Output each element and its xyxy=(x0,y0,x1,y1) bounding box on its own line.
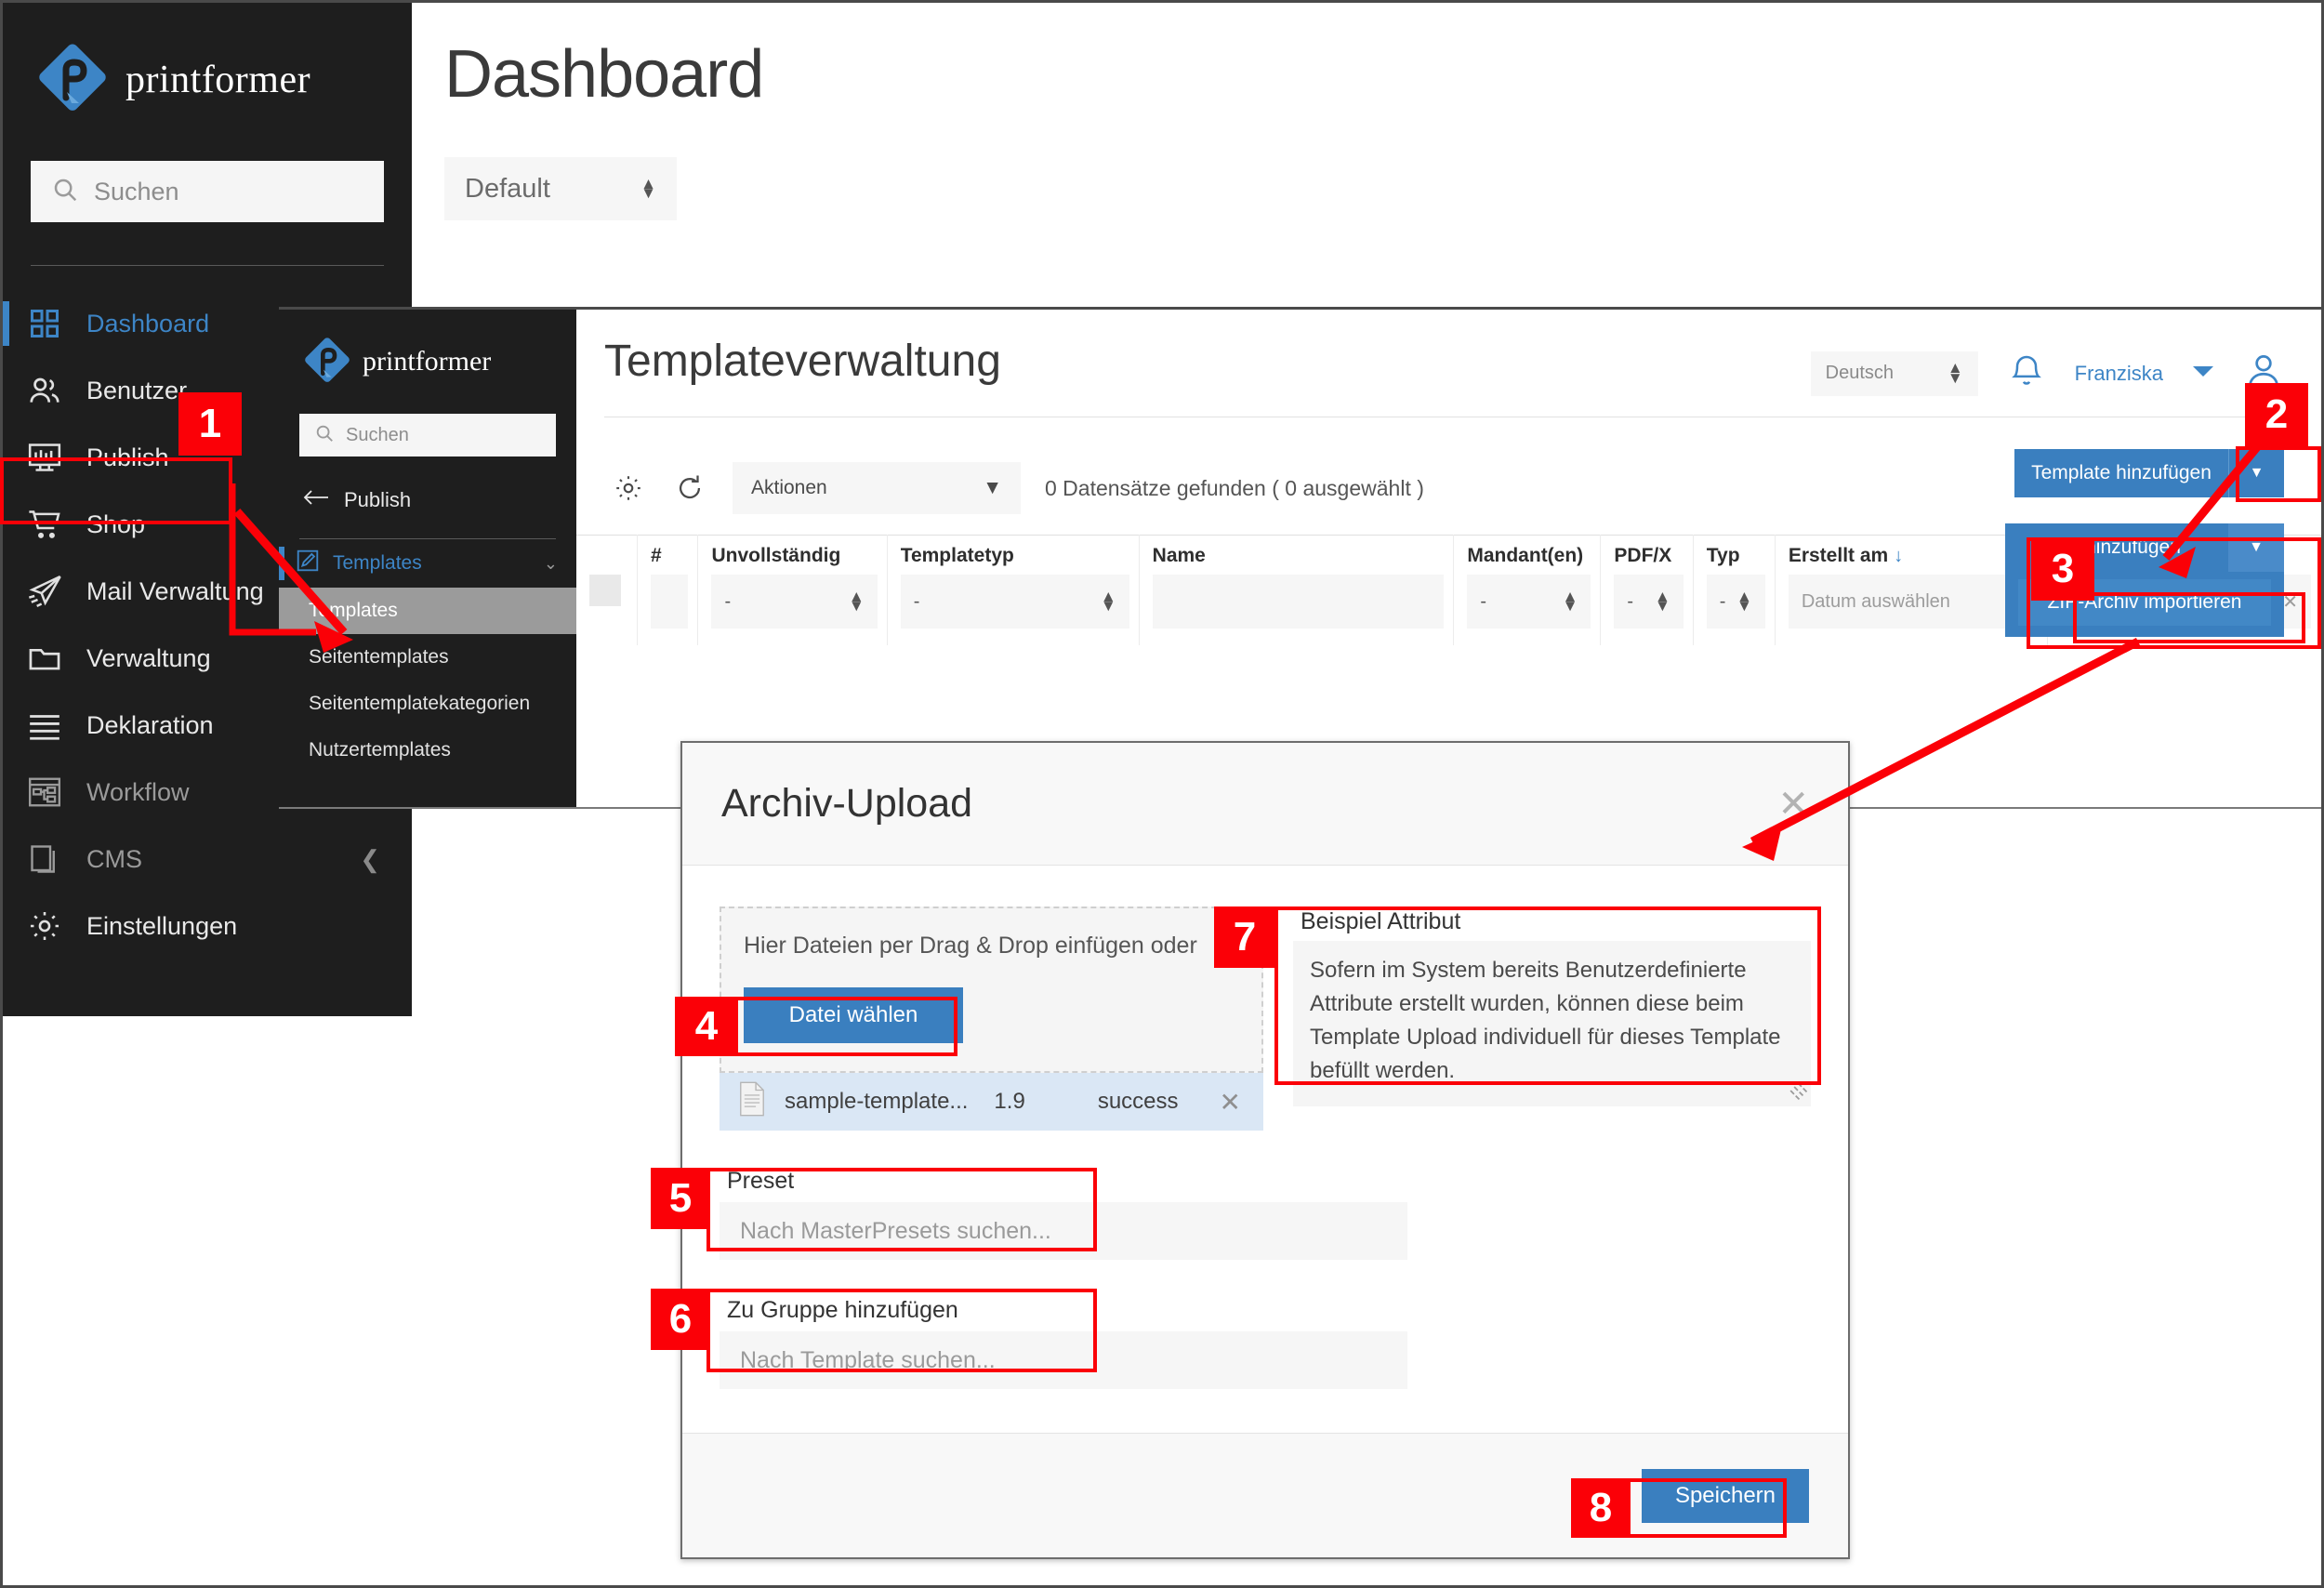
annotation-5: 5 xyxy=(651,1168,710,1229)
annotation-6: 6 xyxy=(651,1289,710,1350)
annotation-8: 8 xyxy=(1571,1478,1631,1538)
annotation-4: 4 xyxy=(675,997,738,1056)
screenshot-border xyxy=(0,0,2324,1588)
annotation-3: 3 xyxy=(2031,537,2094,601)
annotation-7: 7 xyxy=(1214,906,1275,968)
annotation-2: 2 xyxy=(2245,383,2308,446)
annotation-1: 1 xyxy=(178,392,242,456)
screenshot-root: printformer Suchen Dashboard Benutzer Pu… xyxy=(0,0,2324,1588)
